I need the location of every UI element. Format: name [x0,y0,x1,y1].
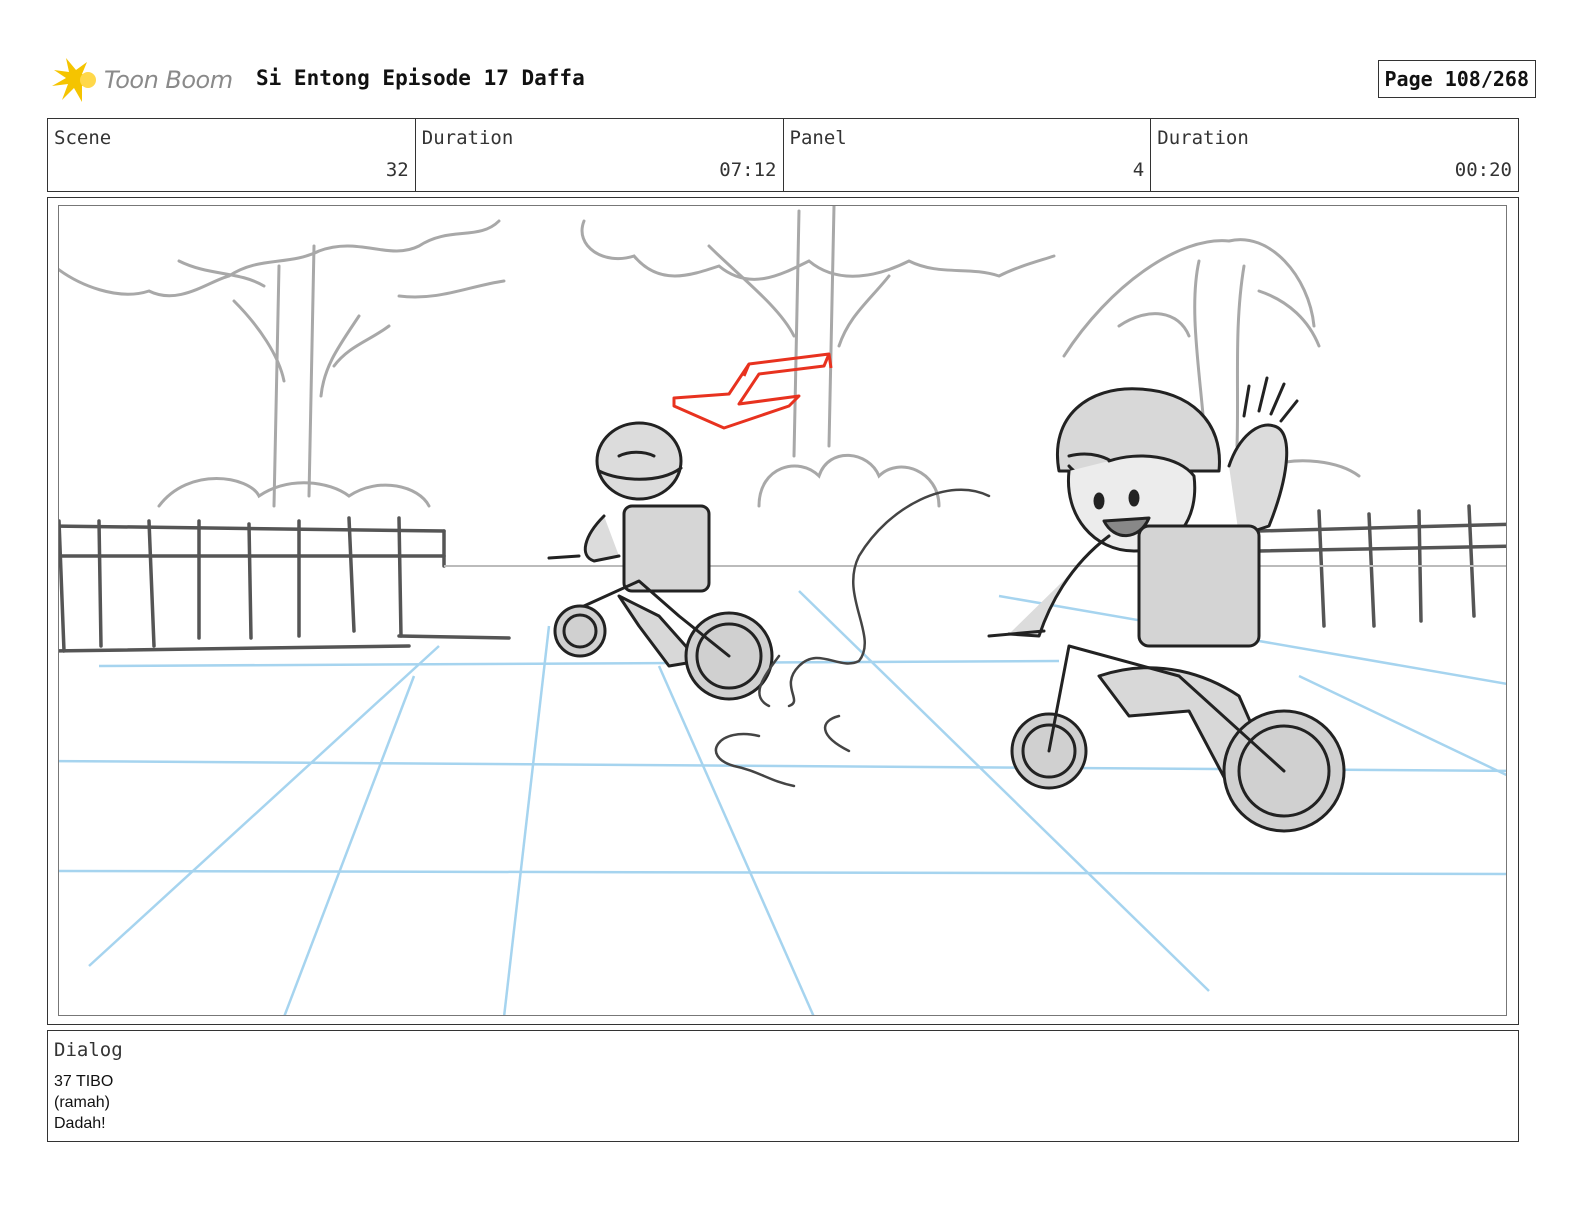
scene-info-table: Scene 32 Duration 07:12 Panel 4 Duration… [47,118,1519,192]
dialog-line-speech: Dadah! [54,1115,106,1132]
child-riding-away [547,421,774,701]
scene-cell: Scene 32 [48,119,416,191]
panel-value: 4 [1132,159,1145,181]
dialog-line-direction: (ramah) [54,1094,111,1111]
star-burst-icon [52,58,96,102]
scene-duration-cell: Duration 07:12 [416,119,784,191]
child-waving [987,376,1346,833]
dialog-line-character: 37 TIBO [54,1073,114,1090]
fence-left [59,516,511,653]
dialog-label: Dialog [54,1039,123,1061]
dialog-section: Dialog 37 TIBO (ramah) Dadah! [47,1030,1519,1142]
scene-value: 32 [385,159,409,181]
storyboard-panel [47,197,1519,1025]
panel-duration-label: Duration [1157,127,1249,149]
scene-duration-value: 07:12 [719,159,777,181]
panel-drawing-area [58,205,1507,1016]
scene-label: Scene [54,127,112,149]
panel-duration-value: 00:20 [1454,159,1512,181]
header: Toon Boom Si Entong Episode 17 Daffa Pag… [52,54,1536,106]
toon-boom-logo: Toon Boom [52,56,242,106]
panel-duration-cell: Duration 00:20 [1151,119,1518,191]
motion-arrow [672,352,833,430]
document-title: Si Entong Episode 17 Daffa [256,66,585,90]
page-indicator: Page 108/268 [1377,60,1536,98]
storyboard-sketch [59,206,1506,1015]
brand-name: Toon Boom [104,66,233,94]
panel-cell: Panel 4 [784,119,1152,191]
panel-label: Panel [789,127,847,149]
scene-duration-label: Duration [421,127,514,149]
dialog-text: 37 TIBO (ramah) Dadah! [54,1071,113,1134]
